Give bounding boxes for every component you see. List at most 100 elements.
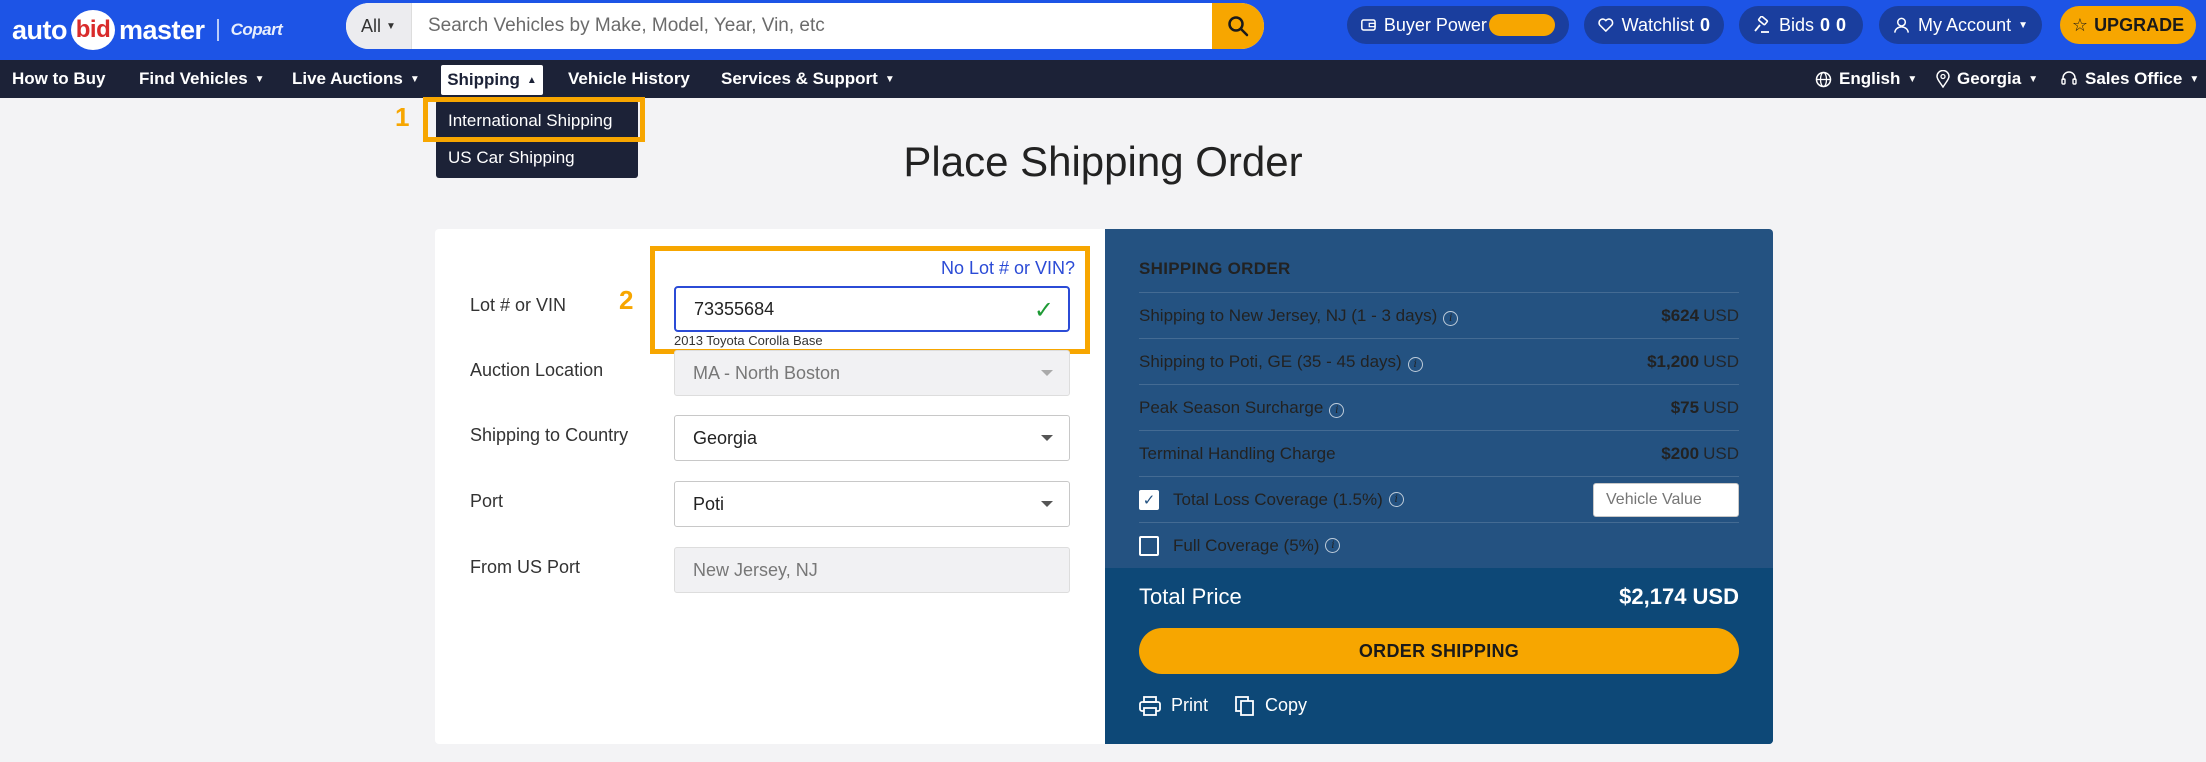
order-line-currency: USD — [1703, 443, 1739, 463]
location-selector[interactable]: Georgia ▼ — [1936, 60, 2038, 98]
order-shipping-button[interactable]: ORDER SHIPPING — [1139, 628, 1739, 674]
search-bar: All ▼ — [346, 3, 1264, 49]
order-line-currency: USD — [1703, 397, 1739, 417]
nav-find-vehicles-label: Find Vehicles — [139, 69, 248, 88]
search-button[interactable] — [1212, 3, 1264, 49]
order-line-amount: $1,200 — [1647, 351, 1700, 371]
info-icon[interactable]: i — [1329, 402, 1345, 418]
printer-icon — [1139, 695, 1161, 716]
order-line-currency: USD — [1703, 305, 1739, 325]
full-coverage-label: Full Coverage (5%) — [1173, 535, 1320, 555]
caret-down-icon — [1041, 435, 1053, 441]
chevron-down-icon: ▼ — [1907, 73, 1918, 85]
upgrade-label: UPGRADE — [2094, 14, 2185, 35]
watchlist-button[interactable]: Watchlist 0 — [1584, 6, 1724, 44]
bids-button[interactable]: Bids 0 0 — [1739, 6, 1863, 44]
highlight-box-2 — [650, 246, 1090, 354]
total-section: Total Price $2,174 USD ORDER SHIPPING Pr… — [1105, 568, 1773, 744]
order-line: Terminal Handling Charge $200 USD — [1139, 430, 1739, 476]
auction-location-value: MA - North Boston — [693, 362, 841, 383]
nav-services-support-label: Services & Support — [721, 69, 878, 88]
nav-shipping[interactable]: Shipping ▲ — [441, 65, 543, 95]
info-icon[interactable]: i — [1407, 356, 1423, 372]
full-coverage-row: Full Coverage (5%) i — [1139, 522, 1739, 568]
nav-services-support[interactable]: Services & Support ▼ — [721, 60, 895, 98]
vehicle-value-input[interactable] — [1593, 482, 1739, 517]
bids-count-a: 0 — [1820, 14, 1831, 35]
order-line-amount: $624 — [1661, 305, 1700, 325]
language-label: English — [1839, 69, 1901, 88]
sales-office-selector[interactable]: Sales Office ▼ — [2060, 60, 2199, 98]
chevron-down-icon: ▼ — [409, 73, 420, 85]
info-icon[interactable]: i — [1325, 538, 1341, 553]
order-line-currency: USD — [1703, 351, 1739, 371]
from-us-port-field: New Jersey, NJ — [674, 547, 1070, 593]
nav-how-to-buy[interactable]: How to Buy — [12, 60, 106, 98]
top-bar: auto bid master Copart All ▼ Buyer Power — [0, 0, 2206, 60]
order-line-label: Shipping to Poti, GE (35 - 45 days) — [1139, 351, 1402, 371]
total-loss-label: Total Loss Coverage (1.5%) — [1173, 489, 1383, 509]
search-input[interactable] — [412, 3, 1212, 49]
port-select[interactable]: Poti — [674, 481, 1070, 527]
full-coverage-checkbox[interactable] — [1139, 535, 1159, 556]
caret-down-icon — [1041, 501, 1053, 507]
buyer-power-redacted — [1488, 14, 1555, 36]
upgrade-button[interactable]: ☆ UPGRADE — [2060, 6, 2196, 44]
watchlist-count: 0 — [1699, 14, 1710, 35]
copart-partner-logo: Copart — [230, 20, 283, 39]
bids-count-b: 0 — [1836, 14, 1847, 35]
order-line-amount: $75 — [1670, 397, 1700, 417]
shipping-country-label: Shipping to Country — [470, 425, 629, 445]
copy-icon — [1235, 695, 1254, 716]
chevron-down-icon: ▼ — [386, 20, 396, 32]
from-us-port-label: From US Port — [470, 557, 581, 577]
nav-how-to-buy-label: How to Buy — [12, 69, 106, 88]
copy-button[interactable]: Copy — [1235, 695, 1307, 716]
heart-icon — [1598, 18, 1614, 32]
chevron-down-icon: ▼ — [884, 73, 895, 85]
shipping-country-value: Georgia — [693, 427, 758, 448]
info-icon[interactable]: i — [1443, 310, 1459, 326]
nav-shipping-label: Shipping — [447, 70, 520, 89]
order-line-label: Peak Season Surcharge — [1139, 397, 1324, 417]
caret-down-icon — [1041, 370, 1053, 376]
buyer-power-button[interactable]: Buyer Power — [1347, 6, 1569, 44]
buyer-power-label: Buyer Power — [1383, 14, 1487, 35]
total-price-label: Total Price — [1139, 584, 1242, 609]
nav-live-auctions[interactable]: Live Auctions ▼ — [292, 60, 420, 98]
shipping-country-select[interactable]: Georgia — [674, 415, 1070, 461]
wallet-icon — [1361, 19, 1376, 31]
print-label: Print — [1171, 695, 1209, 715]
location-label: Georgia — [1957, 69, 2022, 88]
gavel-icon — [1754, 16, 1769, 33]
order-line-amount: $200 — [1661, 443, 1700, 463]
logo-text-master: master — [119, 14, 205, 45]
nav-live-auctions-label: Live Auctions — [292, 69, 403, 88]
order-line: Shipping to Poti, GE (35 - 45 days) i $1,… — [1139, 338, 1739, 384]
highlight-label-2: 2 — [619, 285, 634, 315]
total-loss-coverage-row: ✓ Total Loss Coverage (1.5%) i — [1139, 476, 1739, 522]
my-account-button[interactable]: My Account ▼ — [1879, 6, 2042, 44]
print-button[interactable]: Print — [1139, 695, 1208, 716]
map-pin-icon — [1936, 70, 1950, 88]
nav-find-vehicles[interactable]: Find Vehicles ▼ — [139, 60, 265, 98]
star-icon: ☆ — [2071, 14, 2089, 35]
order-line-label: Terminal Handling Charge — [1139, 443, 1336, 463]
search-category-select[interactable]: All ▼ — [346, 3, 412, 49]
total-price-value: $2,174 USD — [1619, 584, 1739, 609]
total-loss-checkbox[interactable]: ✓ — [1139, 489, 1159, 510]
language-selector[interactable]: English ▼ — [1815, 60, 1917, 98]
search-category-value: All — [361, 15, 382, 36]
autobidmaster-logo[interactable]: auto bid master Copart — [12, 8, 283, 52]
headset-icon — [2061, 71, 2077, 85]
info-icon[interactable]: i — [1388, 492, 1404, 507]
sales-office-label: Sales Office — [2085, 69, 2183, 88]
page-title: Place Shipping Order — [903, 138, 1303, 185]
from-us-port-value: New Jersey, NJ — [693, 559, 818, 580]
globe-icon — [1815, 71, 1832, 87]
search-icon — [1228, 16, 1249, 37]
chevron-down-icon: ▼ — [2189, 73, 2200, 85]
nav-vehicle-history[interactable]: Vehicle History — [568, 60, 690, 98]
copy-label: Copy — [1265, 695, 1308, 715]
logo-divider — [216, 19, 219, 41]
